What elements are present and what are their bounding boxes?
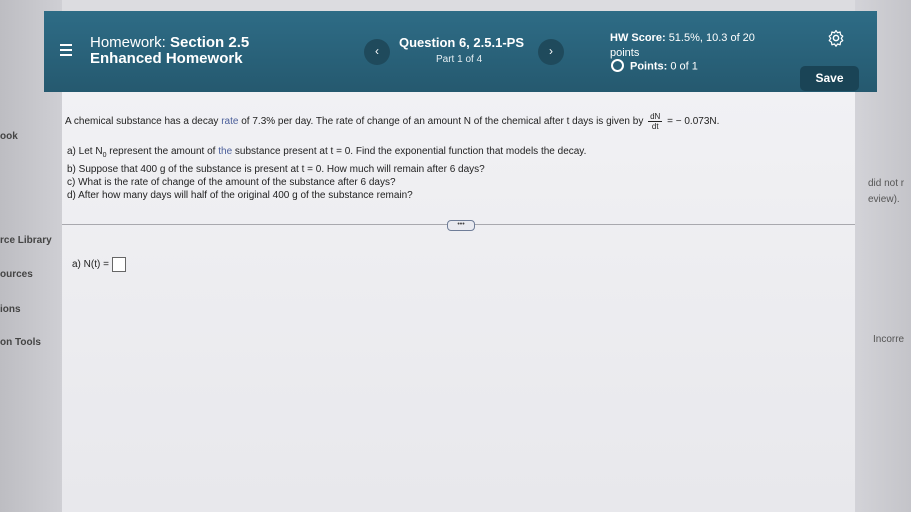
- homework-title-name: Section 2.5: [170, 34, 250, 51]
- hw-score-label: HW Score:: [610, 32, 666, 44]
- menu-icon[interactable]: [60, 44, 72, 59]
- question-title: Question 6, 2.5.1-PS: [399, 35, 524, 50]
- part-a-text-1: a) Let N: [67, 146, 103, 157]
- points-circle-icon: [611, 59, 624, 72]
- part-a-text-3: substance present at t = 0. Find the exp…: [234, 146, 587, 157]
- sidebar-item-tools[interactable]: on Tools: [0, 337, 41, 348]
- answer-input[interactable]: [111, 257, 126, 272]
- part-a-text-2: represent the amount of: [109, 146, 216, 157]
- problem-intro-1: A chemical substance has a decay: [65, 116, 219, 128]
- part-d-question: d) After how many days will half of the …: [67, 190, 413, 201]
- points-value: 0 of 1: [670, 60, 698, 73]
- answer-row: a) N(t) =: [72, 257, 126, 272]
- problem-statement: A chemical substance has a decay rate of…: [65, 112, 719, 131]
- more-options-button[interactable]: •••: [447, 220, 475, 231]
- answer-label: a) N(t) =: [72, 259, 109, 271]
- right-panel-text-1: did not r: [868, 178, 905, 189]
- hw-score: HW Score: 51.5%, 10.3 of 20 points: [610, 31, 780, 61]
- problem-intro-3: = − 0.073N.: [667, 116, 720, 128]
- problem-rate-word: rate: [221, 116, 239, 128]
- sidebar-item-resource-library[interactable]: rce Library: [0, 235, 52, 246]
- hw-score-value: 51.5%, 10.3 of 20: [668, 32, 755, 44]
- derivative-fraction: dN dt: [648, 112, 663, 131]
- part-a-subscript: 0: [102, 152, 107, 159]
- assignment-header: Homework: Section 2.5 Enhanced Homework …: [44, 11, 877, 92]
- sidebar-item-options[interactable]: ions: [0, 304, 21, 315]
- points-label: Points:: [630, 60, 668, 73]
- question-content: A chemical substance has a decay rate of…: [62, 92, 855, 512]
- gear-icon[interactable]: [827, 29, 845, 47]
- right-panel-text-2: eview).: [868, 194, 900, 205]
- part-b-question: b) Suppose that 400 g of the substance i…: [67, 164, 485, 175]
- part-a-highlight: the: [218, 146, 233, 157]
- homework-title: Homework: Section 2.5: [90, 35, 249, 51]
- part-a-question: a) Let N0 represent the amount of the su…: [67, 146, 586, 159]
- question-part: Part 1 of 4: [436, 54, 483, 65]
- next-question-button[interactable]: ›: [538, 39, 564, 65]
- homework-subtitle: Enhanced Homework: [90, 50, 243, 67]
- sidebar-item-resources[interactable]: ources: [0, 269, 33, 280]
- sidebar-item-ebook[interactable]: ook: [0, 131, 18, 142]
- problem-intro-2: of 7.3% per day. The rate of change of a…: [241, 116, 644, 128]
- fraction-numerator: dN: [648, 112, 663, 122]
- homework-title-prefix: Homework:: [90, 34, 171, 51]
- previous-question-button[interactable]: ‹: [364, 39, 390, 65]
- question-points: Points: 0 of 1: [611, 59, 698, 73]
- right-panel-text-3: Incorre: [873, 334, 905, 345]
- part-c-question: c) What is the rate of change of the amo…: [67, 177, 396, 188]
- hw-score-unit: points: [610, 47, 640, 59]
- save-button[interactable]: Save: [800, 66, 859, 91]
- fraction-denominator: dt: [651, 122, 659, 131]
